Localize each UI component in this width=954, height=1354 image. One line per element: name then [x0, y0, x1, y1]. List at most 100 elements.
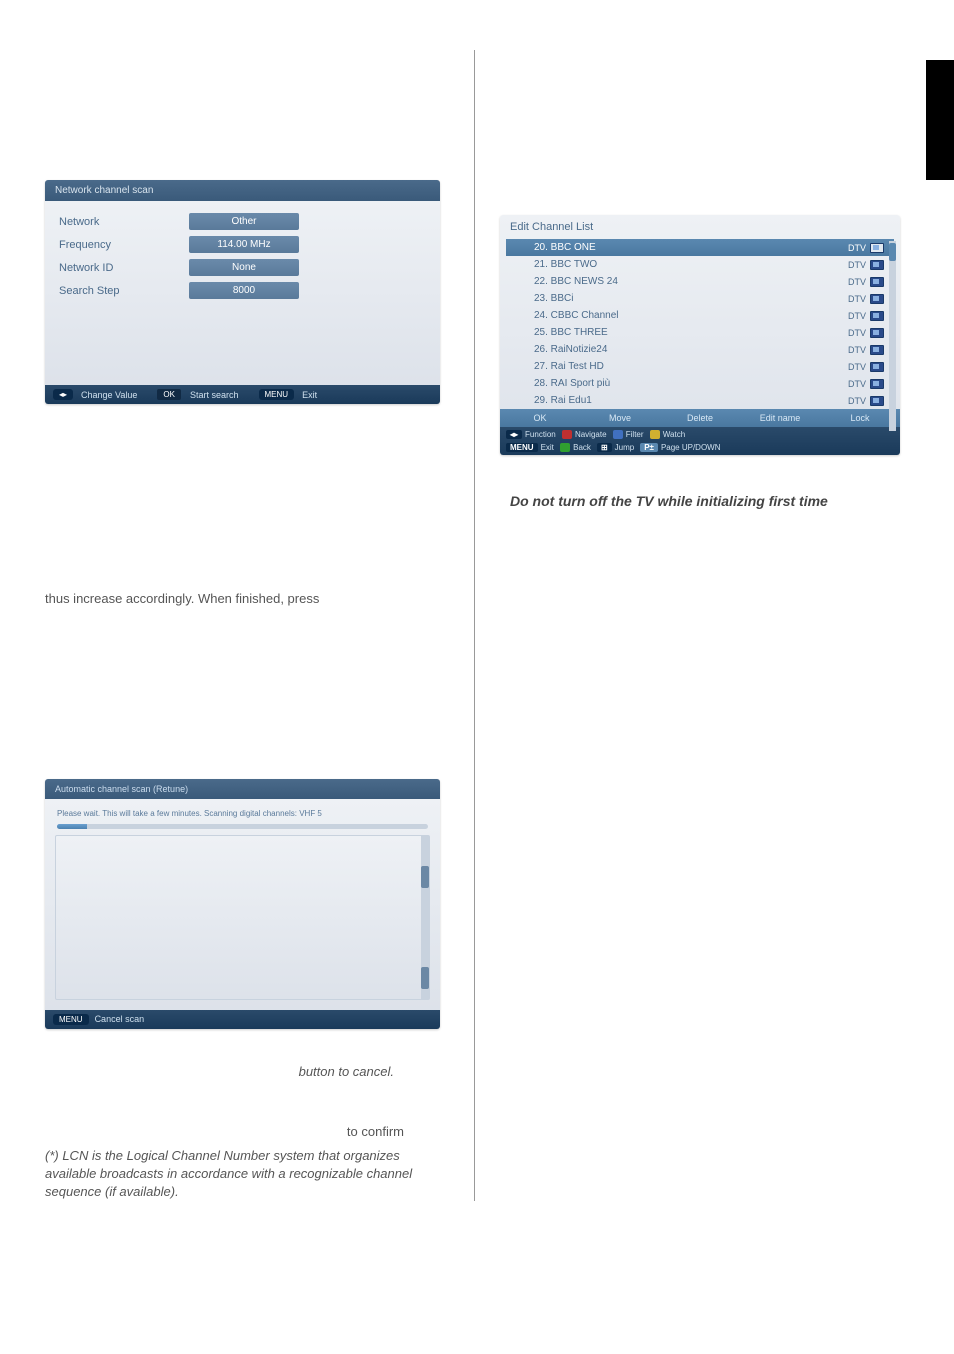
- channel-row[interactable]: 20. BBC ONE DTV: [506, 239, 894, 256]
- channel-row[interactable]: 27. Rai Test HD DTV: [506, 358, 894, 375]
- edit-footer: ◂▸Function Navigate Filter Watch MENUExi…: [500, 427, 900, 455]
- function-label: Function: [525, 430, 556, 439]
- edit-name-action[interactable]: Edit name: [740, 409, 820, 427]
- tv-icon: [870, 260, 884, 270]
- tv-icon: [870, 362, 884, 372]
- arrows-icon: ◂▸: [53, 389, 73, 400]
- menu-icon: MENU: [53, 1014, 89, 1025]
- search-step-label: Search Step: [59, 285, 189, 297]
- arrows-icon: ◂▸: [506, 430, 522, 439]
- network-label: Network: [59, 216, 189, 228]
- scrollbar-thumb[interactable]: [421, 866, 429, 888]
- back-label: Back: [573, 443, 591, 452]
- channel-name: 22. BBC NEWS 24: [534, 276, 618, 287]
- channel-row[interactable]: 29. Rai Edu1 DTV: [506, 392, 894, 409]
- auto-scan-results: [55, 835, 430, 1000]
- edit-actions-bar: OK Move Delete Edit name Lock: [500, 409, 900, 427]
- dtv-tag: DTV: [848, 294, 866, 304]
- move-action[interactable]: Move: [580, 409, 660, 427]
- channel-name: 25. BBC THREE: [534, 327, 608, 338]
- left-column: Network channel scan Network Other Frequ…: [45, 50, 475, 1201]
- red-button-icon: [562, 430, 572, 439]
- auto-scan-title: Automatic channel scan (Retune): [45, 779, 440, 799]
- channel-row[interactable]: 25. BBC THREE DTV: [506, 324, 894, 341]
- channel-row[interactable]: 21. BBC TWO DTV: [506, 256, 894, 273]
- button-cancel-text: button to cancel.: [45, 1064, 449, 1079]
- channel-row[interactable]: 23. BBCi DTV: [506, 290, 894, 307]
- network-scan-panel: Network channel scan Network Other Frequ…: [45, 180, 440, 404]
- frequency-label: Frequency: [59, 239, 189, 251]
- ok-action[interactable]: OK: [500, 409, 580, 427]
- scrollbar[interactable]: [889, 241, 896, 431]
- dtv-tag: DTV: [848, 328, 866, 338]
- network-value[interactable]: Other: [189, 213, 299, 230]
- exit-label: Exit: [541, 443, 554, 452]
- dtv-tag: DTV: [848, 260, 866, 270]
- green-button-icon: [560, 443, 570, 452]
- tv-icon: [870, 345, 884, 355]
- channel-row[interactable]: 28. RAI Sport più DTV: [506, 375, 894, 392]
- scrollbar-thumb-2[interactable]: [421, 967, 429, 989]
- channel-list: 20. BBC ONE DTV 21. BBC TWO DTV 22. BBC …: [500, 239, 900, 409]
- dtv-tag: DTV: [848, 345, 866, 355]
- blue-button-icon: [613, 430, 623, 439]
- progress-fill: [57, 824, 87, 829]
- delete-action[interactable]: Delete: [660, 409, 740, 427]
- lcn-footnote: (*) LCN is the Logical Channel Number sy…: [45, 1147, 449, 1202]
- start-search-label: Start search: [190, 390, 239, 400]
- network-scan-title: Network channel scan: [45, 180, 440, 201]
- network-scan-footer: ◂▸ Change Value OK Start search MENU Exi…: [45, 385, 440, 404]
- page-updown-label: Page UP/DOWN: [661, 443, 721, 452]
- network-id-label: Network ID: [59, 262, 189, 274]
- filter-label: Filter: [626, 430, 644, 439]
- tv-icon: [870, 243, 884, 253]
- tv-icon: [870, 311, 884, 321]
- tv-icon: [870, 294, 884, 304]
- dtv-tag: DTV: [848, 277, 866, 287]
- channel-name: 24. CBBC Channel: [534, 310, 619, 321]
- change-value-label: Change Value: [81, 390, 137, 400]
- frequency-value[interactable]: 114.00 MHz: [189, 236, 299, 253]
- channel-name: 29. Rai Edu1: [534, 395, 592, 406]
- tv-icon: [870, 277, 884, 287]
- channel-row[interactable]: 24. CBBC Channel DTV: [506, 307, 894, 324]
- dtv-tag: DTV: [848, 311, 866, 321]
- dtv-tag: DTV: [848, 396, 866, 406]
- warning-text: Do not turn off the TV while initializin…: [500, 493, 905, 509]
- menu-icon: MENU: [259, 389, 295, 400]
- auto-scan-panel: Automatic channel scan (Retune) Please w…: [45, 779, 440, 1029]
- left-body-text: thus increase accordingly. When finished…: [45, 589, 449, 609]
- page-side-tab: [926, 60, 954, 180]
- page-icon: P±: [640, 443, 658, 452]
- channel-name: 20. BBC ONE: [534, 242, 596, 253]
- navigate-label: Navigate: [575, 430, 607, 439]
- search-step-value[interactable]: 8000: [189, 282, 299, 299]
- progress-bar: [57, 824, 428, 829]
- scrollbar-thumb[interactable]: [889, 243, 896, 261]
- channel-row[interactable]: 22. BBC NEWS 24 DTV: [506, 273, 894, 290]
- network-id-value[interactable]: None: [189, 259, 299, 276]
- tv-icon: [870, 328, 884, 338]
- channel-name: 21. BBC TWO: [534, 259, 597, 270]
- nums-icon: ⊞: [597, 443, 612, 452]
- dtv-tag: DTV: [848, 379, 866, 389]
- tv-icon: [870, 379, 884, 389]
- channel-name: 23. BBCi: [534, 293, 573, 304]
- yellow-button-icon: [650, 430, 660, 439]
- lock-action[interactable]: Lock: [820, 409, 900, 427]
- edit-channel-title: Edit Channel List: [500, 215, 900, 239]
- cancel-scan-label: Cancel scan: [95, 1014, 145, 1024]
- channel-name: 26. RaiNotizie24: [534, 344, 607, 355]
- watch-label: Watch: [663, 430, 685, 439]
- auto-scan-message: Please wait. This will take a few minute…: [57, 809, 428, 818]
- tv-icon: [870, 396, 884, 406]
- channel-row[interactable]: 26. RaiNotizie24 DTV: [506, 341, 894, 358]
- exit-label: Exit: [302, 390, 317, 400]
- to-confirm-text: to confirm: [45, 1124, 449, 1139]
- dtv-tag: DTV: [848, 243, 866, 253]
- dtv-tag: DTV: [848, 362, 866, 372]
- channel-name: 27. Rai Test HD: [534, 361, 604, 372]
- channel-name: 28. RAI Sport più: [534, 378, 610, 389]
- right-column: Edit Channel List 20. BBC ONE DTV 21. BB…: [475, 50, 905, 1201]
- menu-icon: MENU: [506, 443, 538, 452]
